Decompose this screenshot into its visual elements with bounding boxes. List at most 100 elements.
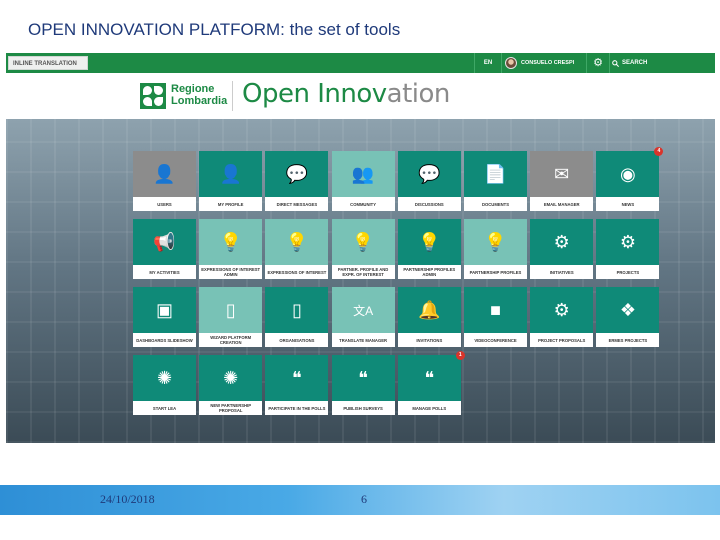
- speech-bubble-icon: 💬: [397, 151, 461, 197]
- quote-icon: ❝: [331, 355, 395, 401]
- bulb-rays-icon: ✺: [199, 355, 263, 401]
- logo-line-2: Lombardia: [171, 95, 228, 107]
- tool-tile-label: ERMES PROJECTS: [608, 337, 648, 343]
- tablet-icon: ▯: [199, 287, 263, 333]
- tool-tile-label: EMAIL MANAGER: [543, 201, 580, 207]
- tool-tile[interactable]: 💬 DISCUSSIONS: [397, 151, 461, 211]
- tool-tile[interactable]: 💡 EXPRESSIONS OF INTEREST ADMIN: [199, 219, 263, 279]
- tool-tile[interactable]: ⚙ PROJECT PROPOSALS: [530, 287, 594, 347]
- tool-tile-label: INVITATIONS: [416, 337, 443, 343]
- divider: [232, 81, 233, 111]
- tool-tile-label: DISCUSSIONS: [414, 201, 444, 207]
- tool-tile[interactable]: ❝ MANAGE POLLS 1: [397, 351, 465, 415]
- tool-tile[interactable]: ❝ PARTICIPATE IN THE POLLS: [265, 355, 329, 415]
- quote-icon: ❝: [265, 355, 329, 401]
- tool-tile[interactable]: ⚙ INITIATIVES: [530, 219, 594, 279]
- tool-tile[interactable]: ✉ EMAIL MANAGER: [530, 151, 594, 211]
- gear-icon[interactable]: ⚙: [588, 53, 608, 73]
- slide: OPEN INNOVATION PLATFORM: the set of too…: [0, 0, 720, 540]
- tool-tile[interactable]: 📄 DOCUMENTS: [464, 151, 527, 211]
- tool-tile[interactable]: 💡 PARTNER. PROFILE AND EXPR. OF INTEREST: [331, 219, 395, 279]
- tool-tile[interactable]: ❝ PUBLISH SURVEYS: [331, 355, 395, 415]
- tool-tile-label: PARTICIPATE IN THE POLLS: [268, 405, 326, 411]
- tool-tile[interactable]: 💡 PARTNERSHIP PROFILES: [464, 219, 527, 279]
- user-menu[interactable]: CONSUELO CRESPI: [502, 53, 584, 73]
- top-bar: INLINE TRANSLATION EN CONSUELO CRESPI ⚙ …: [6, 53, 715, 73]
- lightbulb-icon: 💡: [199, 219, 263, 265]
- tool-tile[interactable]: ▯ ORGANISATIONS: [265, 287, 329, 347]
- translate-icon: 文A: [331, 287, 395, 333]
- tool-tile[interactable]: ◉ NEWS 4: [596, 147, 664, 211]
- tool-tile[interactable]: 💡 PARTNERSHIP PROFILES ADMIN: [397, 219, 461, 279]
- tool-tile-label: DOCUMENTS: [482, 201, 509, 207]
- tool-tile[interactable]: 👤 USERS: [133, 151, 196, 211]
- search-label: SEARCH: [622, 60, 648, 66]
- tool-tile[interactable]: ▣ DASHBOARDS SLIDESHOW: [133, 287, 196, 347]
- tool-tile-label: USERS: [157, 201, 172, 207]
- tool-tile[interactable]: 💡 EXPRESSIONS OF INTEREST: [265, 219, 329, 279]
- tool-tile-label: WIZARD PLATFORM CREATION: [210, 335, 252, 345]
- gears-icon: ⚙: [596, 219, 660, 265]
- inline-translation-button[interactable]: INLINE TRANSLATION: [8, 56, 88, 70]
- tool-tile[interactable]: ✺ NEW PARTNERSHIP PROPOSAL: [199, 355, 263, 415]
- lightbulb-icon: 💡: [265, 219, 329, 265]
- tool-tile-label: EXPRESSIONS OF INTEREST ADMIN: [201, 267, 261, 277]
- regione-lombardia-logo-icon[interactable]: [140, 83, 166, 109]
- tool-tile[interactable]: ■ VIDEOCONFERENCE: [464, 287, 527, 347]
- tool-tile-label: PROJECTS: [616, 269, 640, 275]
- tool-tile[interactable]: 👤 MY PROFILE: [199, 151, 263, 211]
- lightbulb-icon: 💡: [464, 219, 527, 265]
- divider: [586, 53, 587, 73]
- tool-tile-label: PARTNER. PROFILE AND EXPR. OF INTEREST: [337, 267, 389, 277]
- tool-tile-label: PUBLISH SURVEYS: [343, 405, 383, 411]
- slide-title: OPEN INNOVATION PLATFORM: the set of too…: [28, 20, 401, 39]
- group-icon: 👥: [331, 151, 395, 197]
- platform-screenshot: INLINE TRANSLATION EN CONSUELO CRESPI ⚙ …: [6, 53, 715, 443]
- platform-brand[interactable]: Open Innovation: [242, 79, 450, 109]
- tool-tile-label: NEWS: [621, 201, 635, 207]
- tool-tile-label: COMMUNITY: [350, 201, 376, 207]
- divider: [609, 53, 610, 73]
- divider: [474, 53, 475, 73]
- avatar: [505, 57, 517, 69]
- tool-tile[interactable]: ▯ WIZARD PLATFORM CREATION: [199, 287, 263, 347]
- page-number: 6: [361, 492, 367, 506]
- video-camera-icon: ■: [464, 287, 527, 333]
- tool-tile-label: PROJECT PROPOSALS: [538, 337, 586, 343]
- tool-tile[interactable]: ✺ START LEA: [133, 355, 196, 415]
- tool-tile[interactable]: 🔔 INVITATIONS: [397, 287, 461, 347]
- tool-tile-label: MY PROFILE: [217, 201, 244, 207]
- tool-tile-label: MANAGE POLLS: [412, 405, 447, 411]
- tool-tile-label: PARTNERSHIP PROFILES: [469, 269, 522, 275]
- brand-part-2: ation: [386, 79, 451, 109]
- tool-tile[interactable]: 文A TRANSLATE MANAGER: [331, 287, 395, 347]
- tool-tile[interactable]: 📢 MY ACTIVITIES: [133, 219, 196, 279]
- quote-icon: ❝: [397, 355, 461, 401]
- tool-tile-label: TRANSLATE MANAGER: [339, 337, 388, 343]
- lightbulb-icon: 💡: [397, 219, 461, 265]
- tool-tile-label: NEW PARTNERSHIP PROPOSAL: [210, 403, 251, 413]
- notification-badge: 1: [455, 351, 465, 360]
- tool-tile-label: ORGANISATIONS: [279, 337, 315, 343]
- language-selector[interactable]: EN: [476, 53, 500, 73]
- tool-tile-label: START LEA: [152, 405, 177, 411]
- tool-tile[interactable]: ⚙ PROJECTS: [596, 219, 660, 279]
- tool-tile-label: DIRECT MESSAGES: [276, 201, 318, 207]
- person-icon: 👤: [199, 151, 263, 197]
- chat-bubbles-icon: 💬: [265, 151, 329, 197]
- tool-tile[interactable]: 💬 DIRECT MESSAGES: [265, 151, 329, 211]
- envelope-icon: ✉: [530, 151, 594, 197]
- tool-tile[interactable]: ❖ ERMES PROJECTS: [596, 287, 660, 347]
- tool-tile-label: INITIATIVES: [549, 269, 574, 275]
- user-name: CONSUELO CRESPI: [521, 60, 575, 66]
- logo-text: Regione Lombardia: [171, 83, 227, 107]
- tool-tile-label: PARTNERSHIP PROFILES ADMIN: [403, 267, 456, 277]
- tool-tile[interactable]: 👥 COMMUNITY: [331, 151, 395, 211]
- tool-tile-label: VIDEOCONFERENCE: [474, 337, 517, 343]
- logo-line-1: Regione: [171, 83, 215, 95]
- brand-part-1: Open Innov: [242, 79, 387, 109]
- footer-date: 24/10/2018: [100, 492, 155, 506]
- megaphone-icon: 📢: [133, 219, 196, 265]
- document-icon: 📄: [464, 151, 527, 197]
- search-button[interactable]: SEARCH: [612, 53, 652, 73]
